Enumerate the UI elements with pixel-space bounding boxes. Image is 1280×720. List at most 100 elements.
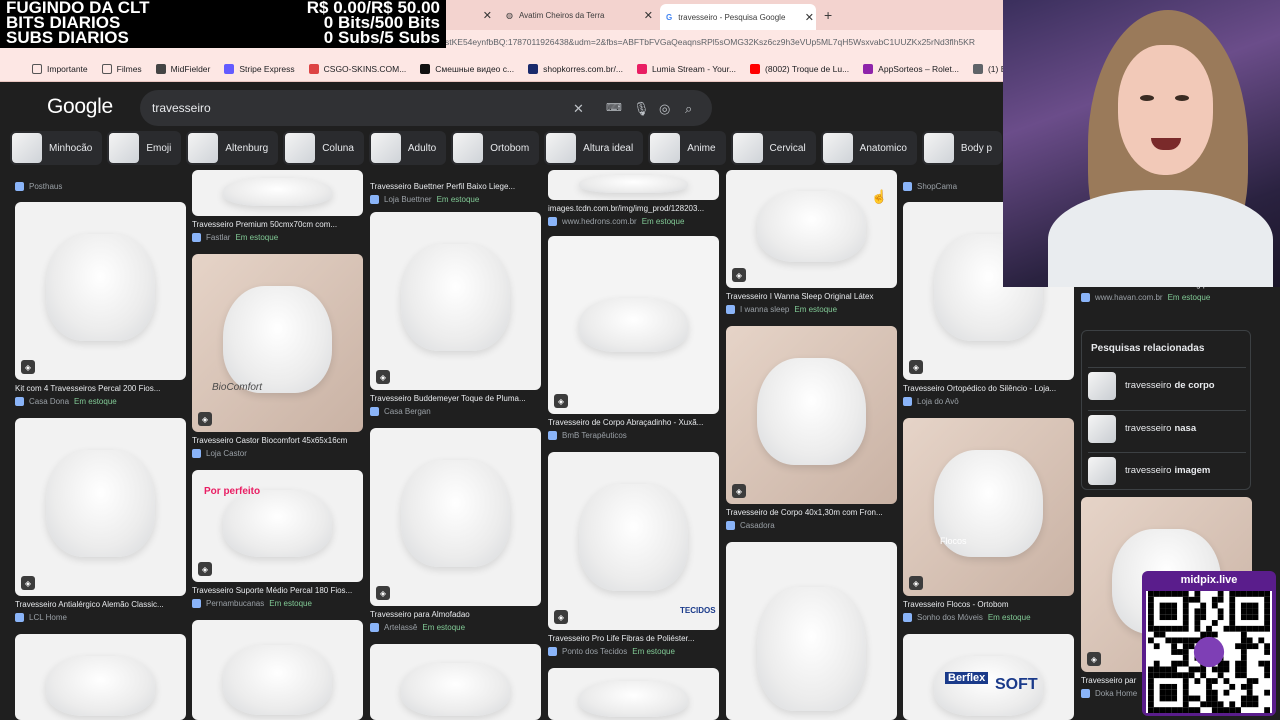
result-title[interactable]: images.tcdn.com.br/img/img_prod/128203..…: [548, 204, 719, 213]
result-image[interactable]: ◈: [370, 428, 541, 606]
result-title[interactable]: Travesseiro Premium 50cmx70cm com...: [192, 220, 363, 229]
bookmark-item[interactable]: Stripe Express: [224, 63, 295, 74]
result-image[interactable]: ◈: [548, 236, 719, 414]
plus-icon[interactable]: +: [824, 7, 832, 23]
result-image[interactable]: ◈: [370, 212, 541, 390]
bookmark-item[interactable]: Lumia Stream - Your...: [636, 63, 736, 74]
result-image[interactable]: [726, 542, 897, 720]
bookmark-item[interactable]: AppSorteos – Rolet...: [863, 63, 959, 74]
result-title[interactable]: Travesseiro para Almofadao: [370, 610, 541, 619]
search-icon[interactable]: ⌕: [685, 101, 692, 117]
result-source[interactable]: BmB Terapêuticos: [548, 431, 627, 440]
result-source[interactable]: Casadora: [726, 521, 775, 530]
result-source[interactable]: Loja Buettner Em estoque: [370, 195, 479, 204]
microphone-icon[interactable]: 🎙: [633, 101, 650, 117]
chip-body-p[interactable]: Body p: [921, 131, 1003, 165]
chip-altenburg[interactable]: Altenburg: [186, 131, 279, 165]
chip-emoji[interactable]: Emoji: [107, 131, 182, 165]
result-source[interactable]: LCL Home: [15, 613, 67, 622]
tab-avatim[interactable]: ◍ Avatim Cheiros da Terra ✕: [500, 4, 655, 26]
image-result-card[interactable]: ◈ Travesseiro de Corpo Abraçadinho - Xuxã…: [548, 236, 719, 458]
bookmark-item[interactable]: CSGO-SKINS.COM...: [308, 63, 406, 74]
google-logo[interactable]: Google: [47, 95, 113, 119]
image-result-card[interactable]: ◈ Travesseiro de Corpo 40x1,30m com Fron.…: [726, 326, 897, 548]
result-image[interactable]: ◈: [15, 202, 186, 380]
image-result-card[interactable]: ◈ Travesseiro Pro Life Fibras de Poliéste…: [548, 452, 719, 674]
result-title[interactable]: Travesseiro de Corpo 40x1,30m com Fron..…: [726, 508, 897, 517]
result-title[interactable]: Travesseiro Suporte Médio Percal 180 Fio…: [192, 586, 363, 595]
bookmark-item[interactable]: Importante: [32, 63, 88, 74]
chip-minhoc-o[interactable]: Minhocão: [10, 131, 103, 165]
result-image[interactable]: [192, 170, 363, 216]
image-result-card[interactable]: [903, 634, 1074, 720]
image-result-card[interactable]: [726, 542, 897, 720]
image-result-card[interactable]: ◈ Travesseiro Castor Biocomfort 45x65x16c…: [192, 254, 363, 476]
result-title[interactable]: Travesseiro Pro Life Fibras de Poliéster…: [548, 634, 719, 643]
result-image[interactable]: ◈: [726, 326, 897, 504]
new-tab-button[interactable]: +: [818, 4, 838, 26]
image-result-card[interactable]: images.tcdn.com.br/img/img_prod/128203..…: [548, 170, 719, 244]
result-image[interactable]: ◈: [548, 452, 719, 630]
result-source[interactable]: Loja do Avô: [903, 397, 959, 406]
result-source[interactable]: www.havan.com.br Em estoque: [1081, 293, 1210, 302]
result-title[interactable]: Travesseiro Flocos - Ortobom: [903, 600, 1074, 609]
result-source[interactable]: ShopCama: [903, 182, 957, 191]
clear-icon[interactable]: ✕: [573, 101, 584, 117]
search-box[interactable]: ✕ ⌨ 🎙 ◎ ⌕: [140, 90, 712, 126]
result-title[interactable]: Travesseiro Buettner Perfil Baixo Liege.…: [370, 182, 541, 191]
image-result-card[interactable]: ◈ Travesseiro Buddemeyer Toque de Pluma..…: [370, 212, 541, 434]
result-source[interactable]: www.hedrons.com.br Em estoque: [548, 217, 684, 226]
close-icon[interactable]: ✕: [483, 9, 492, 22]
related-search-item[interactable]: travesseiro imagem: [1088, 452, 1246, 488]
keyboard-icon[interactable]: ⌨: [606, 101, 622, 114]
result-image[interactable]: [903, 634, 1074, 720]
result-source[interactable]: Sonho dos Móveis Em estoque: [903, 613, 1031, 622]
result-title[interactable]: Travesseiro Castor Biocomfort 45x65x16cm: [192, 436, 363, 445]
result-source[interactable]: Pernambucanas Em estoque: [192, 599, 312, 608]
tab-google-search[interactable]: G travesseiro - Pesquisa Google ✕: [660, 4, 816, 30]
bookmark-item[interactable]: Filmes: [101, 63, 142, 74]
bookmark-item[interactable]: (1) Extensõ: [972, 63, 1003, 74]
result-source[interactable]: Loja Castor: [192, 449, 247, 458]
tab-close-left[interactable]: ✕: [474, 4, 494, 26]
image-result-card[interactable]: [370, 644, 541, 720]
image-result-card[interactable]: ◈ Kit com 4 Travesseiros Percal 200 Fios.…: [15, 202, 186, 424]
chip-anatomico[interactable]: Anatomico: [820, 131, 917, 165]
image-result-card[interactable]: [15, 634, 186, 720]
chip-ortobom[interactable]: Ortobom: [451, 131, 540, 165]
result-source[interactable]: Ponto dos Tecidos Em estoque: [548, 647, 675, 656]
result-image[interactable]: ◈: [903, 418, 1074, 596]
related-search-item[interactable]: travesseiro nasa: [1088, 410, 1246, 446]
image-result-card[interactable]: ◈ Travesseiro Antialérgico Alemão Classic…: [15, 418, 186, 640]
image-result-card[interactable]: ◈ Travesseiro Flocos - Ortobom Sonho dos M…: [903, 418, 1074, 640]
result-image[interactable]: [192, 620, 363, 720]
result-image[interactable]: [548, 668, 719, 720]
result-source[interactable]: Doka Home: [1081, 689, 1137, 698]
close-icon[interactable]: ✕: [805, 11, 814, 24]
result-source[interactable]: Posthaus: [15, 182, 62, 191]
chip-coluna[interactable]: Coluna: [283, 131, 364, 165]
result-image[interactable]: [370, 644, 541, 720]
bookmark-item[interactable]: (8002) Troque de Lu...: [750, 63, 849, 74]
bookmark-item[interactable]: MidFielder: [155, 63, 210, 74]
result-title[interactable]: Travesseiro Ortopédico do Silêncio - Loj…: [903, 384, 1074, 393]
url-text[interactable]: stKE54eynfbBQ:1787011926438&udm=2&fbs=AB…: [445, 37, 1003, 47]
result-title[interactable]: Travesseiro de Corpo Abraçadinho - Xuxã.…: [548, 418, 719, 427]
chip-adulto[interactable]: Adulto: [368, 131, 447, 165]
result-title[interactable]: Travesseiro I Wanna Sleep Original Látex: [726, 292, 897, 301]
camera-lens-icon[interactable]: ◎: [659, 101, 670, 117]
close-icon[interactable]: ✕: [644, 9, 653, 22]
result-image[interactable]: [548, 170, 719, 200]
result-source[interactable]: Casa Dona Em estoque: [15, 397, 117, 406]
result-image[interactable]: ◈: [726, 170, 897, 288]
result-source[interactable]: I wanna sleep Em estoque: [726, 305, 837, 314]
result-image[interactable]: [15, 634, 186, 720]
image-result-card[interactable]: [548, 668, 719, 720]
chip-cervical[interactable]: Cervical: [730, 131, 816, 165]
bookmark-item[interactable]: shopkorres.com.br/...: [528, 63, 623, 74]
result-source[interactable]: Fastlar Em estoque: [192, 233, 278, 242]
image-result-card[interactable]: Travesseiro Premium 50cmx70cm com... Fast…: [192, 170, 363, 260]
result-source[interactable]: Casa Bergan: [370, 407, 431, 416]
result-title[interactable]: Travesseiro Antialérgico Alemão Classic.…: [15, 600, 186, 609]
bookmark-item[interactable]: Смешные видео с...: [420, 63, 514, 74]
